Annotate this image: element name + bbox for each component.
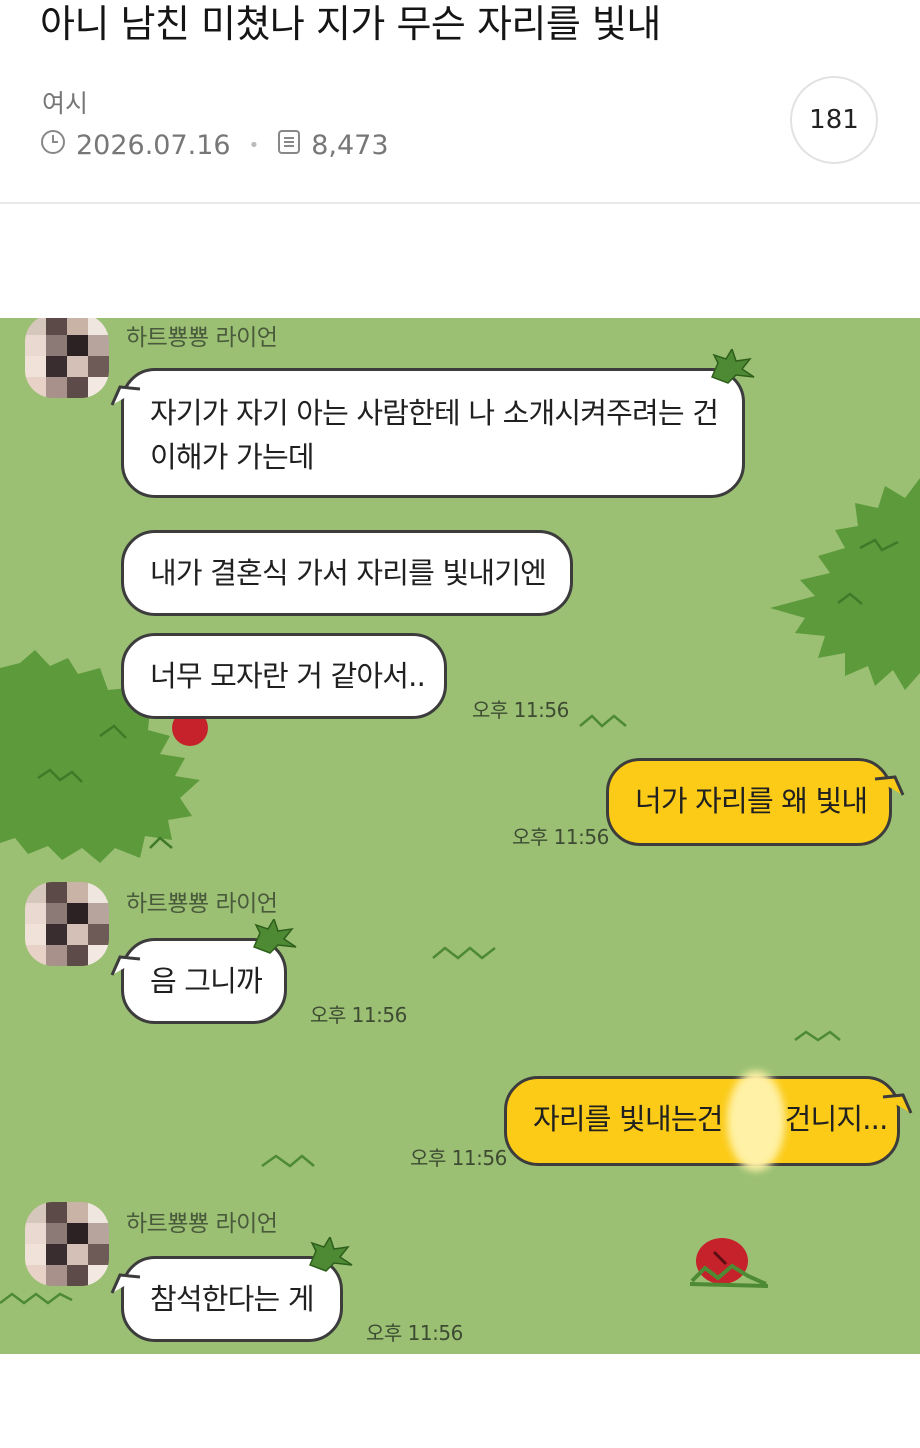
post-date: 2026.07.16 — [76, 129, 231, 161]
message-bubble-incoming: 참석한다는 게 — [110, 1237, 353, 1342]
avatar[interactable] — [25, 1202, 109, 1286]
apple-icon — [689, 1238, 769, 1288]
message-bubble-incoming: 내가 결혼식 가서 자리를 빛내기엔 — [121, 530, 573, 616]
message-line: 너가 자리를 왜 빛내 — [635, 784, 868, 818]
message-time: 오후 11:56 — [410, 1146, 507, 1170]
sender-name: 하트뿅뿅 라이언 — [126, 325, 278, 351]
leaf-sticker-icon — [309, 1237, 353, 1272]
bubble-tail-icon — [110, 385, 141, 406]
message-bubble-outgoing: 너가 자리를 왜 빛내 — [606, 758, 905, 846]
view-count: 8,473 — [311, 129, 389, 161]
document-icon — [277, 129, 301, 162]
leaf-sticker-icon — [253, 919, 297, 954]
bubble-tail-icon — [110, 955, 141, 976]
message-line: 너무 모자란 거 같아서.. — [150, 659, 426, 693]
post-meta: 2026.07.16 • 8,473 — [40, 128, 389, 162]
chat-screenshot: 하트뿅뿅 라이언 자기가 자기 아는 사람한테 나 소개시켜주려는 건 이해가 … — [0, 318, 920, 1354]
message-line: 건니지... — [784, 1102, 889, 1136]
bubble-tail-icon — [110, 1273, 141, 1294]
message-time: 오후 11:56 — [472, 698, 569, 722]
avatar[interactable] — [25, 318, 109, 398]
clock-icon — [40, 129, 66, 162]
message-line: 이해가 가는데 — [150, 440, 315, 474]
message-bubble-incoming: 자기가 자기 아는 사람한테 나 소개시켜주려는 건 이해가 가는데 — [110, 349, 755, 498]
message-line: 참석한다는 게 — [150, 1282, 315, 1316]
leaf-sticker-icon — [711, 349, 755, 384]
comment-count-button[interactable]: 181 — [790, 76, 878, 164]
header-divider — [0, 202, 920, 204]
message-line: 자기가 자기 아는 사람한테 나 소개시켜주려는 건 — [150, 396, 719, 430]
message-line: 자리를 빛내는건 — [533, 1102, 723, 1136]
sender-name: 하트뿅뿅 라이언 — [126, 1211, 278, 1237]
message-line: 음 그니까 — [150, 964, 263, 998]
message-time: 오후 11:56 — [310, 1003, 407, 1027]
post-title: 아니 남친 미쳤나 지가 무슨 자리를 빛내 — [40, 2, 661, 46]
author-name[interactable]: 여시 — [42, 84, 88, 120]
sender-name: 하트뿅뿅 라이언 — [126, 891, 278, 917]
message-time: 오후 11:56 — [366, 1321, 463, 1345]
meta-separator: • — [248, 134, 260, 156]
message-time: 오후 11:56 — [512, 825, 609, 849]
message-line: 내가 결혼식 가서 자리를 빛내기엔 — [150, 556, 547, 590]
message-bubble-outgoing: 자리를 빛내는건 건니지... — [504, 1071, 913, 1171]
message-bubble-incoming: 너무 모자란 거 같아서.. — [121, 633, 447, 719]
avatar[interactable] — [25, 882, 109, 966]
message-bubble-incoming: 음 그니까 — [110, 919, 297, 1024]
bubble-tail-icon — [874, 775, 905, 796]
